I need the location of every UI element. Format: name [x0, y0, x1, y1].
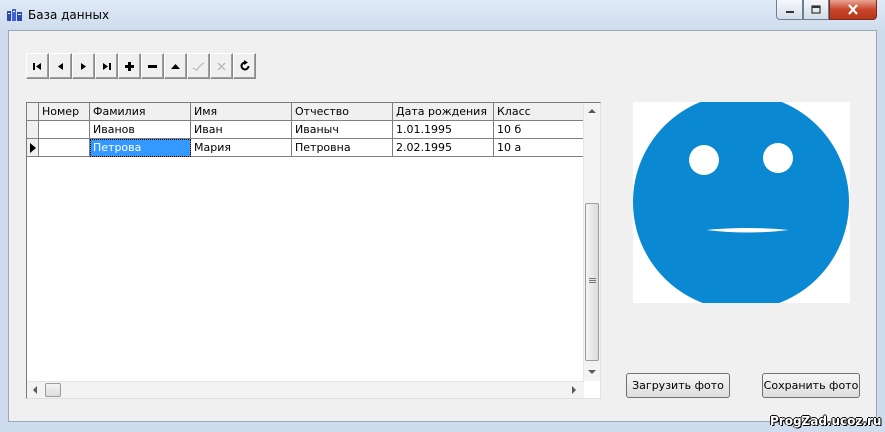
minus-icon — [148, 64, 157, 68]
refresh-icon — [240, 60, 249, 71]
header-indicator-cell — [27, 103, 39, 121]
minimize-button[interactable] — [776, 0, 803, 20]
maximize-icon — [811, 5, 821, 14]
table-row[interactable]: Иванов Иван Иваныч 1.01.1995 10 б — [27, 121, 584, 139]
prior-record-icon — [58, 62, 63, 70]
window-title: База данных — [28, 8, 110, 22]
vertical-scrollbar[interactable] — [583, 103, 600, 381]
cell-number[interactable] — [39, 121, 90, 139]
form-client-area: Номер Фамилия Имя Отчество Дата рождения… — [8, 30, 877, 422]
students-data-grid[interactable]: Номер Фамилия Имя Отчество Дата рождения… — [26, 102, 601, 399]
save-photo-button[interactable]: Сохранить фото — [762, 373, 860, 398]
horizontal-scrollbar[interactable] — [27, 381, 584, 398]
cell-number[interactable] — [39, 139, 90, 157]
grip-icon — [589, 278, 596, 283]
prior-record-button[interactable] — [49, 53, 72, 79]
cell-surname-selected[interactable]: Петрова — [90, 139, 191, 157]
insert-record-button[interactable] — [118, 53, 141, 79]
scroll-down-arrow-icon[interactable] — [588, 369, 596, 375]
main-window: База данных Номер Фамилия Имя Отчество Д… — [0, 0, 885, 432]
first-record-button[interactable] — [26, 53, 49, 79]
first-record-icon — [33, 62, 41, 70]
photo-image-box — [633, 94, 850, 310]
database-app-icon — [7, 9, 22, 21]
column-header-patronymic[interactable]: Отчество — [292, 103, 393, 121]
refresh-data-button[interactable] — [233, 53, 256, 79]
cell-name[interactable]: Иван — [191, 121, 292, 139]
load-photo-button[interactable]: Загрузить фото — [626, 373, 730, 398]
next-record-icon — [81, 62, 86, 70]
horizontal-scroll-thumb[interactable] — [45, 383, 61, 397]
maximize-button[interactable] — [803, 0, 829, 20]
cancel-x-icon — [217, 62, 226, 70]
current-row-indicator[interactable] — [27, 139, 39, 157]
site-watermark: ProgZad.ucoz.ru — [770, 414, 882, 428]
neutral-face-icon — [633, 94, 849, 310]
close-icon — [848, 4, 858, 15]
scroll-up-arrow-icon[interactable] — [588, 108, 596, 114]
delete-record-button[interactable] — [141, 53, 164, 79]
cell-surname[interactable]: Иванов — [90, 121, 191, 139]
column-header-birth-date[interactable]: Дата рождения — [393, 103, 494, 121]
vertical-scroll-thumb[interactable] — [585, 203, 599, 361]
cell-patronymic[interactable]: Иваныч — [292, 121, 393, 139]
row-indicator[interactable] — [27, 121, 39, 139]
grid-header-row: Номер Фамилия Имя Отчество Дата рождения… — [27, 103, 584, 121]
cell-class[interactable]: 10 б — [494, 121, 584, 139]
triangle-up-icon — [171, 63, 180, 69]
title-bar[interactable]: База данных — [0, 0, 885, 30]
scroll-left-arrow-icon[interactable] — [32, 386, 38, 394]
cell-patronymic[interactable]: Петровна — [292, 139, 393, 157]
cell-birth-date[interactable]: 1.01.1995 — [393, 121, 494, 139]
table-row[interactable]: Петрова Мария Петровна 2.02.1995 10 а — [27, 139, 584, 157]
minimize-icon — [785, 10, 794, 13]
checkmark-icon — [192, 61, 205, 71]
column-header-name[interactable]: Имя — [191, 103, 292, 121]
cancel-edit-button[interactable] — [210, 53, 233, 79]
db-navigator — [26, 53, 256, 79]
cell-birth-date[interactable]: 2.02.1995 — [393, 139, 494, 157]
column-header-surname[interactable]: Фамилия — [90, 103, 191, 121]
plus-icon — [125, 61, 134, 71]
next-record-button[interactable] — [72, 53, 95, 79]
scroll-right-arrow-icon[interactable] — [571, 386, 577, 394]
edit-record-button[interactable] — [164, 53, 187, 79]
post-edit-button[interactable] — [187, 53, 210, 79]
column-header-number[interactable]: Номер — [39, 103, 90, 121]
current-row-arrow-icon — [29, 142, 36, 153]
column-header-class[interactable]: Класс — [494, 103, 584, 121]
close-button[interactable] — [829, 0, 877, 20]
cell-name[interactable]: Мария — [191, 139, 292, 157]
last-record-icon — [103, 62, 111, 70]
last-record-button[interactable] — [95, 53, 118, 79]
cell-class[interactable]: 10 а — [494, 139, 584, 157]
